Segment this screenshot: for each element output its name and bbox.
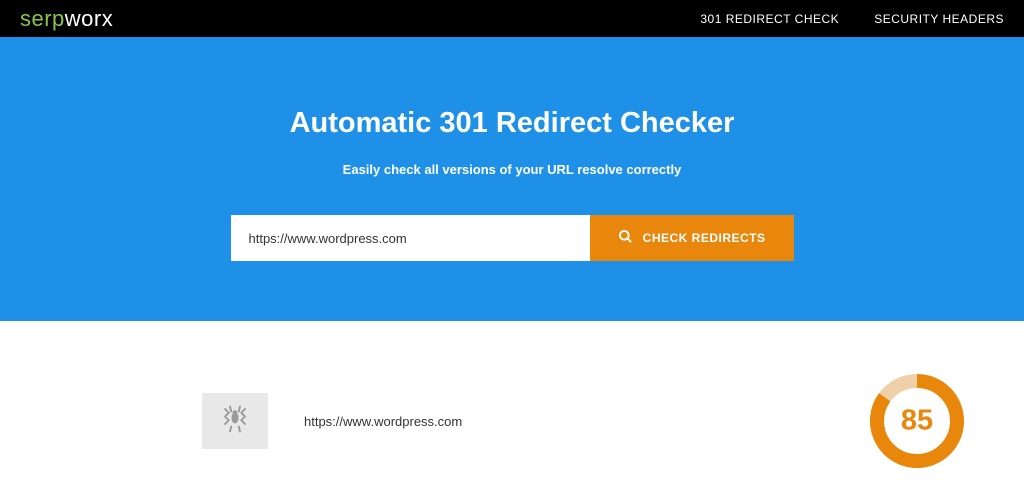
logo-text-worx: worx: [65, 6, 113, 32]
score-value: 85: [901, 405, 933, 438]
check-redirects-button[interactable]: CHECK REDIRECTS: [590, 215, 794, 261]
results-section: https://www.wordpress.com 85: [0, 321, 1024, 449]
logo[interactable]: serpworx: [20, 6, 113, 32]
spider-icon-box: [202, 393, 268, 449]
url-form: CHECK REDIRECTS: [231, 215, 794, 261]
nav-redirect-check[interactable]: 301 REDIRECT CHECK: [700, 12, 839, 26]
hero-section: Automatic 301 Redirect Checker Easily ch…: [0, 37, 1024, 321]
spider-icon: [220, 404, 250, 439]
search-icon: [618, 229, 633, 247]
page-title: Automatic 301 Redirect Checker: [0, 107, 1024, 140]
score-gauge: 85: [867, 371, 967, 471]
check-button-label: CHECK REDIRECTS: [643, 231, 766, 245]
result-url-text: https://www.wordpress.com: [268, 414, 462, 429]
main-nav: 301 REDIRECT CHECK SECURITY HEADERS: [700, 12, 1004, 26]
logo-text-serp: serp: [20, 6, 65, 32]
nav-security-headers[interactable]: SECURITY HEADERS: [874, 12, 1004, 26]
result-row: https://www.wordpress.com 85: [202, 393, 822, 449]
page-subtitle: Easily check all versions of your URL re…: [0, 162, 1024, 177]
url-input[interactable]: [231, 215, 590, 261]
header-bar: serpworx 301 REDIRECT CHECK SECURITY HEA…: [0, 0, 1024, 37]
